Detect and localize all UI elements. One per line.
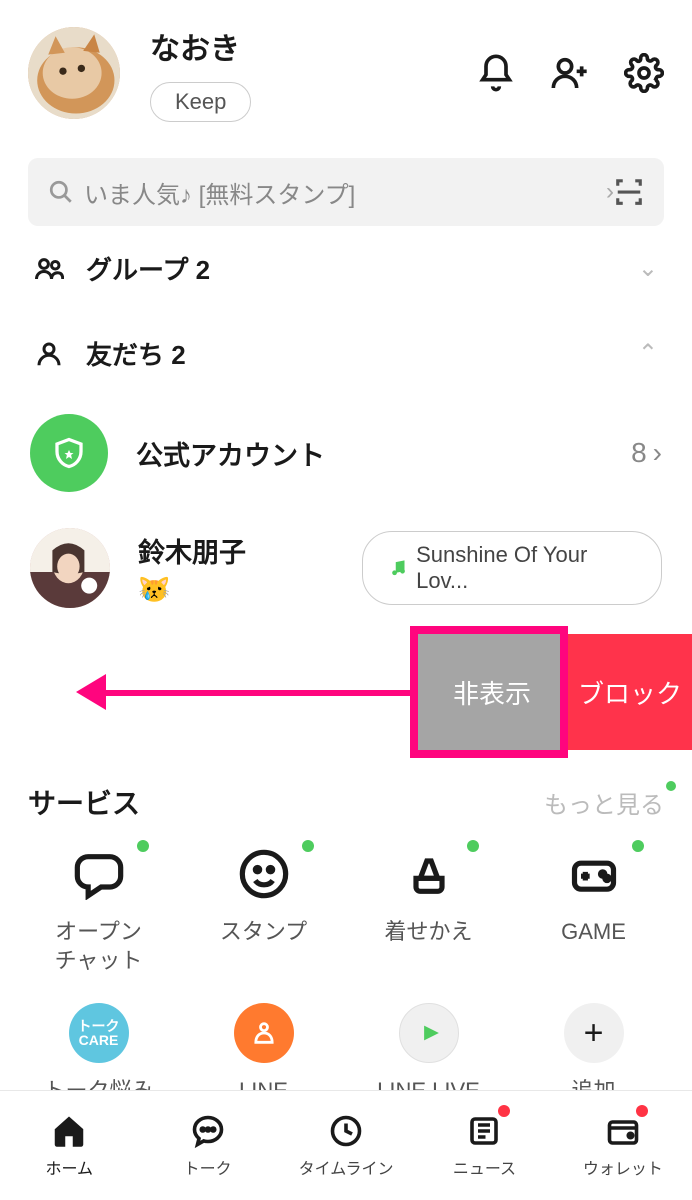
service-label: GAME bbox=[561, 918, 626, 947]
friend-name: 鈴木朋子 bbox=[138, 531, 246, 570]
tab-label: ホーム bbox=[45, 1155, 93, 1179]
search-bar[interactable]: いま人気♪ [無料スタンプ] › bbox=[28, 158, 664, 226]
openchat-icon bbox=[73, 848, 125, 900]
tab-label: タイムライン bbox=[299, 1155, 394, 1179]
bottom-tabs: ホーム トーク タイムライン ニュース ウォレット bbox=[0, 1090, 692, 1200]
home-icon bbox=[51, 1113, 87, 1149]
tab-label: ウォレット bbox=[583, 1155, 663, 1179]
music-note-icon bbox=[389, 558, 408, 578]
scan-icon[interactable] bbox=[614, 177, 644, 207]
swipe-buttons: 非表示 ブロック bbox=[416, 634, 692, 750]
plus-icon: + bbox=[564, 1003, 624, 1063]
header-icons bbox=[476, 53, 664, 93]
tab-timeline[interactable]: タイムライン bbox=[277, 1091, 415, 1200]
keep-button[interactable]: Keep bbox=[150, 82, 251, 122]
tab-home[interactable]: ホーム bbox=[0, 1091, 138, 1200]
services-title: サービス bbox=[28, 782, 140, 822]
chevron-down-icon: ⌄ bbox=[638, 254, 658, 283]
smiley-icon bbox=[238, 848, 290, 900]
tab-news[interactable]: ニュース bbox=[415, 1091, 553, 1200]
search-placeholder: いま人気♪ [無料スタンプ] bbox=[84, 175, 602, 210]
friends-label: 友だち 2 bbox=[86, 335, 186, 372]
add-friend-icon[interactable] bbox=[550, 53, 590, 93]
service-theme[interactable]: 着せかえ bbox=[346, 844, 511, 975]
friend-status-emoji: 😿 bbox=[138, 574, 246, 605]
service-game[interactable]: GAME bbox=[511, 844, 676, 975]
service-label: 着せかえ bbox=[384, 918, 472, 947]
notification-dot bbox=[498, 1105, 510, 1117]
hide-button[interactable]: 非表示 bbox=[416, 634, 568, 750]
news-icon bbox=[466, 1113, 502, 1149]
gamepad-icon bbox=[568, 848, 620, 900]
chat-icon bbox=[190, 1113, 226, 1149]
notifications-icon[interactable] bbox=[476, 53, 516, 93]
official-badge-icon bbox=[30, 414, 108, 492]
service-label: オープン チャット bbox=[55, 918, 143, 975]
official-count: 8› bbox=[631, 437, 662, 469]
official-account-row[interactable]: 公式アカウント 8› bbox=[0, 396, 692, 510]
group-icon bbox=[34, 254, 64, 284]
username[interactable]: なおき bbox=[150, 24, 251, 68]
services-header: サービス もっと見る bbox=[0, 754, 692, 834]
settings-icon[interactable] bbox=[624, 53, 664, 93]
notification-dot bbox=[636, 1105, 648, 1117]
clock-icon bbox=[328, 1113, 364, 1149]
block-button[interactable]: ブロック bbox=[568, 634, 692, 750]
profile-meta: なおき Keep bbox=[150, 24, 251, 122]
wallet-icon bbox=[605, 1113, 641, 1149]
swipe-area: 非表示 ブロック bbox=[0, 634, 692, 754]
tab-wallet[interactable]: ウォレット bbox=[554, 1091, 692, 1200]
chevron-right-icon: › bbox=[606, 178, 614, 206]
service-openchat[interactable]: オープン チャット bbox=[16, 844, 181, 975]
chevron-up-icon: ⌃ bbox=[638, 339, 658, 368]
services-more-button[interactable]: もっと見る bbox=[544, 785, 664, 820]
service-stamp[interactable]: スタンプ bbox=[181, 844, 346, 975]
conomi-icon bbox=[234, 1003, 294, 1063]
friend-avatar[interactable] bbox=[30, 528, 110, 608]
annotation-arrow bbox=[76, 684, 416, 700]
official-account-label: 公式アカウント bbox=[136, 434, 325, 473]
groups-label: グループ 2 bbox=[86, 250, 210, 287]
groups-section[interactable]: グループ 2 ⌄ bbox=[0, 226, 692, 311]
tab-label: トーク bbox=[184, 1155, 232, 1179]
friends-section[interactable]: 友だち 2 ⌃ bbox=[0, 311, 692, 396]
tab-talk[interactable]: トーク bbox=[138, 1091, 276, 1200]
search-icon bbox=[48, 179, 74, 205]
music-chip[interactable]: Sunshine Of Your Lov... bbox=[362, 531, 662, 605]
tab-label: ニュース bbox=[453, 1155, 516, 1179]
music-title: Sunshine Of Your Lov... bbox=[416, 542, 635, 594]
paintbrush-icon bbox=[403, 848, 455, 900]
friend-row[interactable]: 鈴木朋子 😿 Sunshine Of Your Lov... bbox=[0, 510, 692, 626]
talkcare-icon: トーク CARE bbox=[69, 1003, 129, 1063]
person-icon bbox=[34, 339, 64, 369]
service-label: スタンプ bbox=[220, 918, 307, 947]
avatar[interactable] bbox=[28, 27, 120, 119]
header: なおき Keep bbox=[0, 0, 692, 142]
linelive-icon bbox=[399, 1003, 459, 1063]
